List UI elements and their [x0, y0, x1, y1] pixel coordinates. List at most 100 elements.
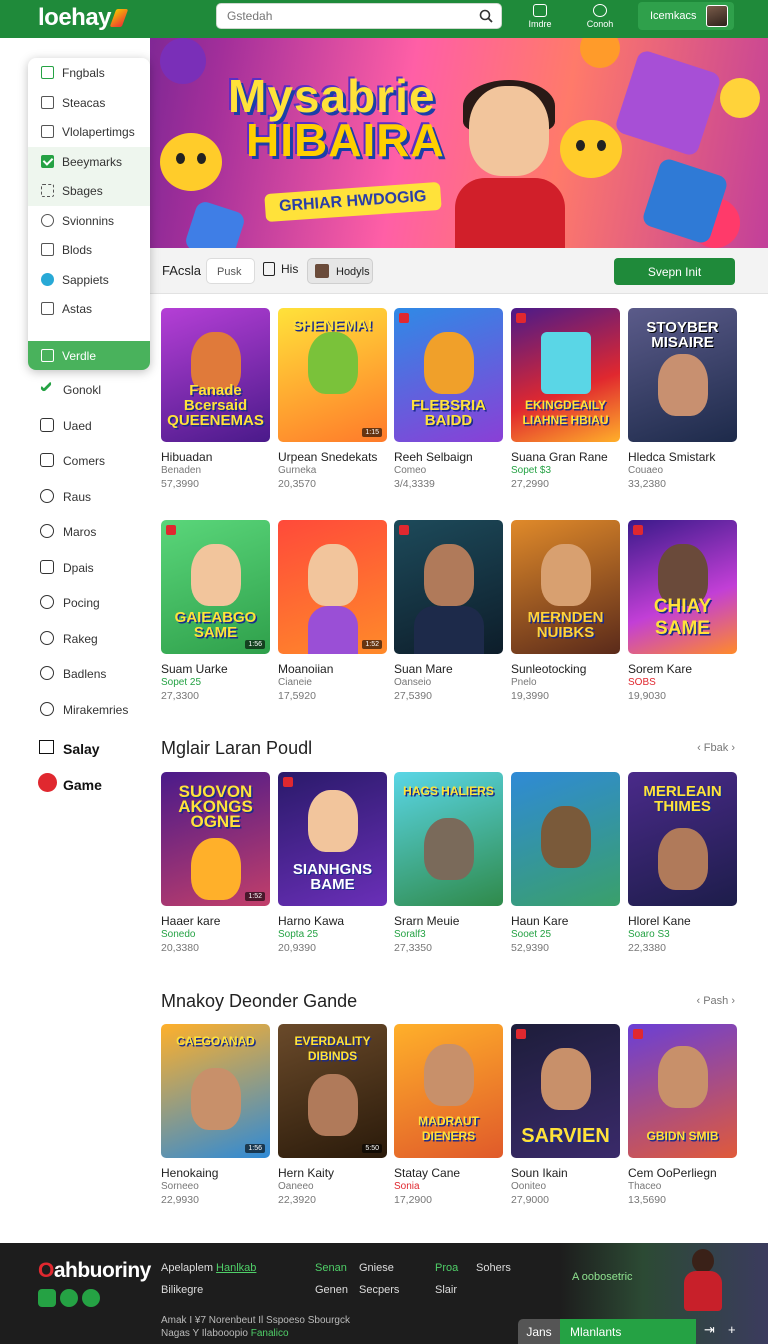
footer-tab[interactable]: Jans: [518, 1319, 560, 1344]
game-title[interactable]: Haaer kare: [161, 914, 270, 928]
search-input[interactable]: [217, 4, 467, 28]
sidebar-item[interactable]: Raus: [0, 480, 150, 516]
filter-pill[interactable]: Pusk: [206, 258, 255, 284]
footer-link[interactable]: Senan: [315, 1262, 347, 1274]
game-thumbnail[interactable]: STOYBER MISAIRE: [628, 308, 737, 442]
sidebar-item[interactable]: Badlens: [0, 657, 150, 693]
game-thumbnail[interactable]: MERLEAIN THIMES: [628, 772, 737, 906]
sidebar-item-game[interactable]: Game: [0, 770, 150, 806]
section-see-all-link[interactable]: ‹ Fbak ›: [697, 742, 735, 754]
dropdown-item-active[interactable]: Verdle: [28, 340, 150, 370]
game-thumbnail[interactable]: [511, 772, 620, 906]
conoh-button[interactable]: Conoh: [580, 4, 620, 34]
footer-link[interactable]: Bilikegre: [161, 1284, 203, 1296]
social-icon[interactable]: [60, 1289, 78, 1307]
game-thumbnail[interactable]: SIANHGNS BAME: [278, 772, 387, 906]
game-card[interactable]: Haun Kare Sooet 25 52,9390: [511, 772, 620, 954]
search-box[interactable]: [216, 3, 502, 29]
game-thumbnail[interactable]: CHIAY SAME: [628, 520, 737, 654]
sidebar-item[interactable]: Dpais: [0, 551, 150, 587]
sidebar-item-salay[interactable]: Salay: [0, 734, 150, 770]
game-title[interactable]: Henokaing: [161, 1166, 270, 1180]
game-thumbnail[interactable]: MERNDEN NUIBKS: [511, 520, 620, 654]
game-thumbnail[interactable]: [394, 520, 503, 654]
game-card[interactable]: HAGS HALIERS Srarn Meuie Soralf3 27,3350: [394, 772, 503, 954]
sidebar-item[interactable]: Uaed: [0, 409, 150, 445]
game-title[interactable]: Soun Ikain: [511, 1166, 620, 1180]
game-title[interactable]: Reeh Selbaign: [394, 450, 503, 464]
game-thumbnail[interactable]: MADRAUT DIENERS: [394, 1024, 503, 1158]
imdre-button[interactable]: Imdre: [520, 4, 560, 34]
game-thumbnail[interactable]: SUOVON AKONGS OGNE 1:52: [161, 772, 270, 906]
game-thumbnail[interactable]: 1:52: [278, 520, 387, 654]
search-icon[interactable]: [479, 9, 493, 23]
game-card[interactable]: MERLEAIN THIMES Hlorel Kane Soaro S3 22,…: [628, 772, 737, 954]
sidebar-item[interactable]: Maros: [0, 515, 150, 551]
game-card[interactable]: MADRAUT DIENERS Statay Cane Sonia 17,290…: [394, 1024, 503, 1206]
footer-link[interactable]: Secpers: [359, 1284, 399, 1296]
game-card[interactable]: EKINGDEAILY LIAHNE HBIAU Suana Gran Rane…: [511, 308, 620, 490]
footer-link[interactable]: Apelaplem Hanlkab: [161, 1262, 256, 1274]
game-card[interactable]: MERNDEN NUIBKS Sunleotocking Pnelo 19,39…: [511, 520, 620, 702]
footer-link[interactable]: Slair: [435, 1284, 457, 1296]
game-card[interactable]: CHIAY SAME Sorem Kare SOBS 19,9030: [628, 520, 737, 702]
sidebar-item[interactable]: Rakeg: [0, 622, 150, 658]
game-card[interactable]: FLEBSRIA BAIDD Reeh Selbaign Comeo 3/4,3…: [394, 308, 503, 490]
dropdown-item[interactable]: Sbages: [28, 176, 150, 206]
game-card[interactable]: SHENEMA! 1:15 Urpean Snedekats Gurneka 20…: [278, 308, 387, 490]
game-card[interactable]: STOYBER MISAIRE Hledca Smistark Couaeo 3…: [628, 308, 737, 490]
footer-link[interactable]: Sohers: [476, 1262, 511, 1274]
his-toggle[interactable]: His: [263, 262, 298, 276]
footer-tab-active[interactable]: Mlanlants: [560, 1319, 696, 1344]
game-title[interactable]: Haun Kare: [511, 914, 620, 928]
game-title[interactable]: Sorem Kare: [628, 662, 737, 676]
game-card[interactable]: SARVIEN Soun Ikain Ooniteo 27,9000: [511, 1024, 620, 1206]
game-title[interactable]: Statay Cane: [394, 1166, 503, 1180]
dropdown-item[interactable]: Steacas: [28, 88, 150, 118]
add-icon[interactable]: +: [728, 1322, 736, 1337]
user-filter-pill[interactable]: Hodyls: [307, 258, 373, 284]
game-thumbnail[interactable]: EVERDALITY DIBINDS 5:50: [278, 1024, 387, 1158]
game-title[interactable]: Hibuadan: [161, 450, 270, 464]
game-card[interactable]: SIANHGNS BAME Harno Kawa Sopta 25 20,939…: [278, 772, 387, 954]
game-title[interactable]: Hledca Smistark: [628, 450, 737, 464]
dropdown-item[interactable]: Astas: [28, 294, 150, 324]
dropdown-item[interactable]: Beeymarks: [28, 146, 150, 176]
game-card[interactable]: GAIEABGO SAME 1:56 Suam Uarke Sopet 25 27…: [161, 520, 270, 702]
game-thumbnail[interactable]: CAEGOANAD 1:56: [161, 1024, 270, 1158]
game-title[interactable]: Suam Uarke: [161, 662, 270, 676]
sidebar-item[interactable]: Mirakemries: [0, 693, 150, 729]
game-title[interactable]: Suana Gran Rane: [511, 450, 620, 464]
account-button[interactable]: Icemkacs: [638, 2, 734, 30]
game-title[interactable]: Hern Kaity: [278, 1166, 387, 1180]
game-thumbnail[interactable]: GAIEABGO SAME 1:56: [161, 520, 270, 654]
game-title[interactable]: Suan Mare: [394, 662, 503, 676]
game-thumbnail[interactable]: HAGS HALIERS: [394, 772, 503, 906]
dropdown-item[interactable]: Vlolapertimgs: [28, 117, 150, 147]
game-title[interactable]: Srarn Meuie: [394, 914, 503, 928]
footer-logo[interactable]: Oahbuoriny: [38, 1259, 151, 1283]
game-card[interactable]: GBIDN SMIB Cem OoPerliegn Thaceo 13,5690: [628, 1024, 737, 1206]
game-thumbnail[interactable]: Fanade Bcersaid QUEENEMAS: [161, 308, 270, 442]
game-title[interactable]: Cem OoPerliegn: [628, 1166, 737, 1180]
game-thumbnail[interactable]: SHENEMA! 1:15: [278, 308, 387, 442]
game-thumbnail[interactable]: SARVIEN: [511, 1024, 620, 1158]
game-title[interactable]: Urpean Snedekats: [278, 450, 387, 464]
game-card[interactable]: 1:52 Moanoiian Cianeie 17,5920: [278, 520, 387, 702]
dropdown-item[interactable]: Blods: [28, 235, 150, 265]
game-thumbnail[interactable]: EKINGDEAILY LIAHNE HBIAU: [511, 308, 620, 442]
game-thumbnail[interactable]: FLEBSRIA BAIDD: [394, 308, 503, 442]
game-card[interactable]: SUOVON AKONGS OGNE 1:52 Haaer kare Sonedo…: [161, 772, 270, 954]
footer-promo-text[interactable]: A oobosetric: [572, 1271, 633, 1283]
sidebar-item[interactable]: Pocing: [0, 586, 150, 622]
game-title[interactable]: Sunleotocking: [511, 662, 620, 676]
sidebar-item[interactable]: Gonokl: [0, 373, 150, 409]
dropdown-item[interactable]: Sappiets: [28, 265, 150, 295]
game-card[interactable]: CAEGOANAD 1:56 Henokaing Sorneeo 22,9930: [161, 1024, 270, 1206]
footer-link[interactable]: Proa: [435, 1262, 458, 1274]
game-title[interactable]: Moanoiian: [278, 662, 387, 676]
exit-icon[interactable]: ⇥: [704, 1322, 715, 1338]
open-button[interactable]: Svepn Init: [614, 258, 735, 285]
game-card[interactable]: EVERDALITY DIBINDS 5:50 Hern Kaity Oaneeo…: [278, 1024, 387, 1206]
logo[interactable]: loehay: [38, 4, 129, 32]
